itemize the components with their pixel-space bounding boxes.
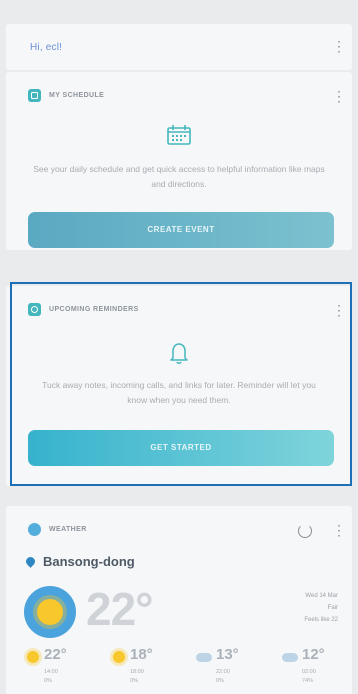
status-bar-area: [0, 0, 358, 26]
calendar-icon: [167, 125, 191, 145]
cloud-rain-icon: [196, 653, 212, 662]
forecast-meta: 02:00 74%: [302, 669, 316, 684]
forecast-meta: 18:00 0%: [130, 669, 144, 684]
schedule-title: MY SCHEDULE: [49, 91, 105, 99]
forecast-temp: 22°: [44, 646, 67, 663]
weather-condition: Fair: [327, 605, 338, 611]
forecast-item: 18° 18:00 0%: [108, 644, 168, 690]
weather-title: WEATHER: [49, 525, 87, 533]
forecast-meta: 14:00 0%: [44, 669, 58, 684]
weather-title-row: WEATHER: [28, 522, 87, 536]
sun-icon: [24, 586, 76, 638]
hourly-forecast: 22° 14:00 0% 18° 18:00 0% 13° 22:00 0% 12° …: [22, 644, 340, 690]
highlight-frame: [10, 282, 352, 486]
more-options-icon[interactable]: ⋮: [332, 38, 346, 54]
greeting-card: Hi, ecl! ⋮: [6, 24, 352, 70]
location-pin-icon: [24, 555, 37, 568]
forecast-item: 12° 02:00 74%: [280, 644, 340, 690]
schedule-more-options-icon[interactable]: ⋮: [332, 88, 346, 104]
weather-details: Wed 14 Mar Fair Feels like 22: [304, 590, 338, 626]
weather-badge-icon: [28, 522, 41, 536]
greeting-text: Hi, ecl!: [30, 42, 63, 53]
forecast-temp: 13°: [216, 646, 239, 663]
forecast-item: 22° 14:00 0%: [22, 644, 82, 690]
weather-card: WEATHER ⋮ Bansong-dong 22° Wed 14 Mar Fa…: [6, 506, 352, 694]
location-row[interactable]: Bansong-dong: [24, 554, 135, 569]
forecast-temp: 12°: [302, 646, 325, 663]
forecast-meta: 22:00 0%: [216, 669, 230, 684]
current-temperature: 22°: [86, 583, 154, 635]
schedule-badge-icon: [28, 88, 41, 102]
weather-more-options-icon[interactable]: ⋮: [332, 522, 346, 538]
refresh-icon[interactable]: [298, 524, 312, 538]
schedule-title-row: MY SCHEDULE: [28, 88, 104, 102]
forecast-temp: 18°: [130, 646, 153, 663]
weather-feels-like: Feels like 22: [304, 617, 338, 623]
forecast-item: 13° 22:00 0%: [194, 644, 254, 690]
sun-icon: [113, 651, 125, 663]
weather-date: Wed 14 Mar: [305, 593, 338, 599]
schedule-description: See your daily schedule and get quick ac…: [33, 164, 325, 189]
create-event-button[interactable]: CREATE EVENT: [28, 212, 334, 248]
cloud-rain-icon: [282, 653, 298, 662]
sun-icon: [27, 651, 39, 663]
location-name: Bansong-dong: [43, 554, 135, 569]
schedule-card: MY SCHEDULE ⋮ See your daily schedule an…: [6, 72, 352, 250]
